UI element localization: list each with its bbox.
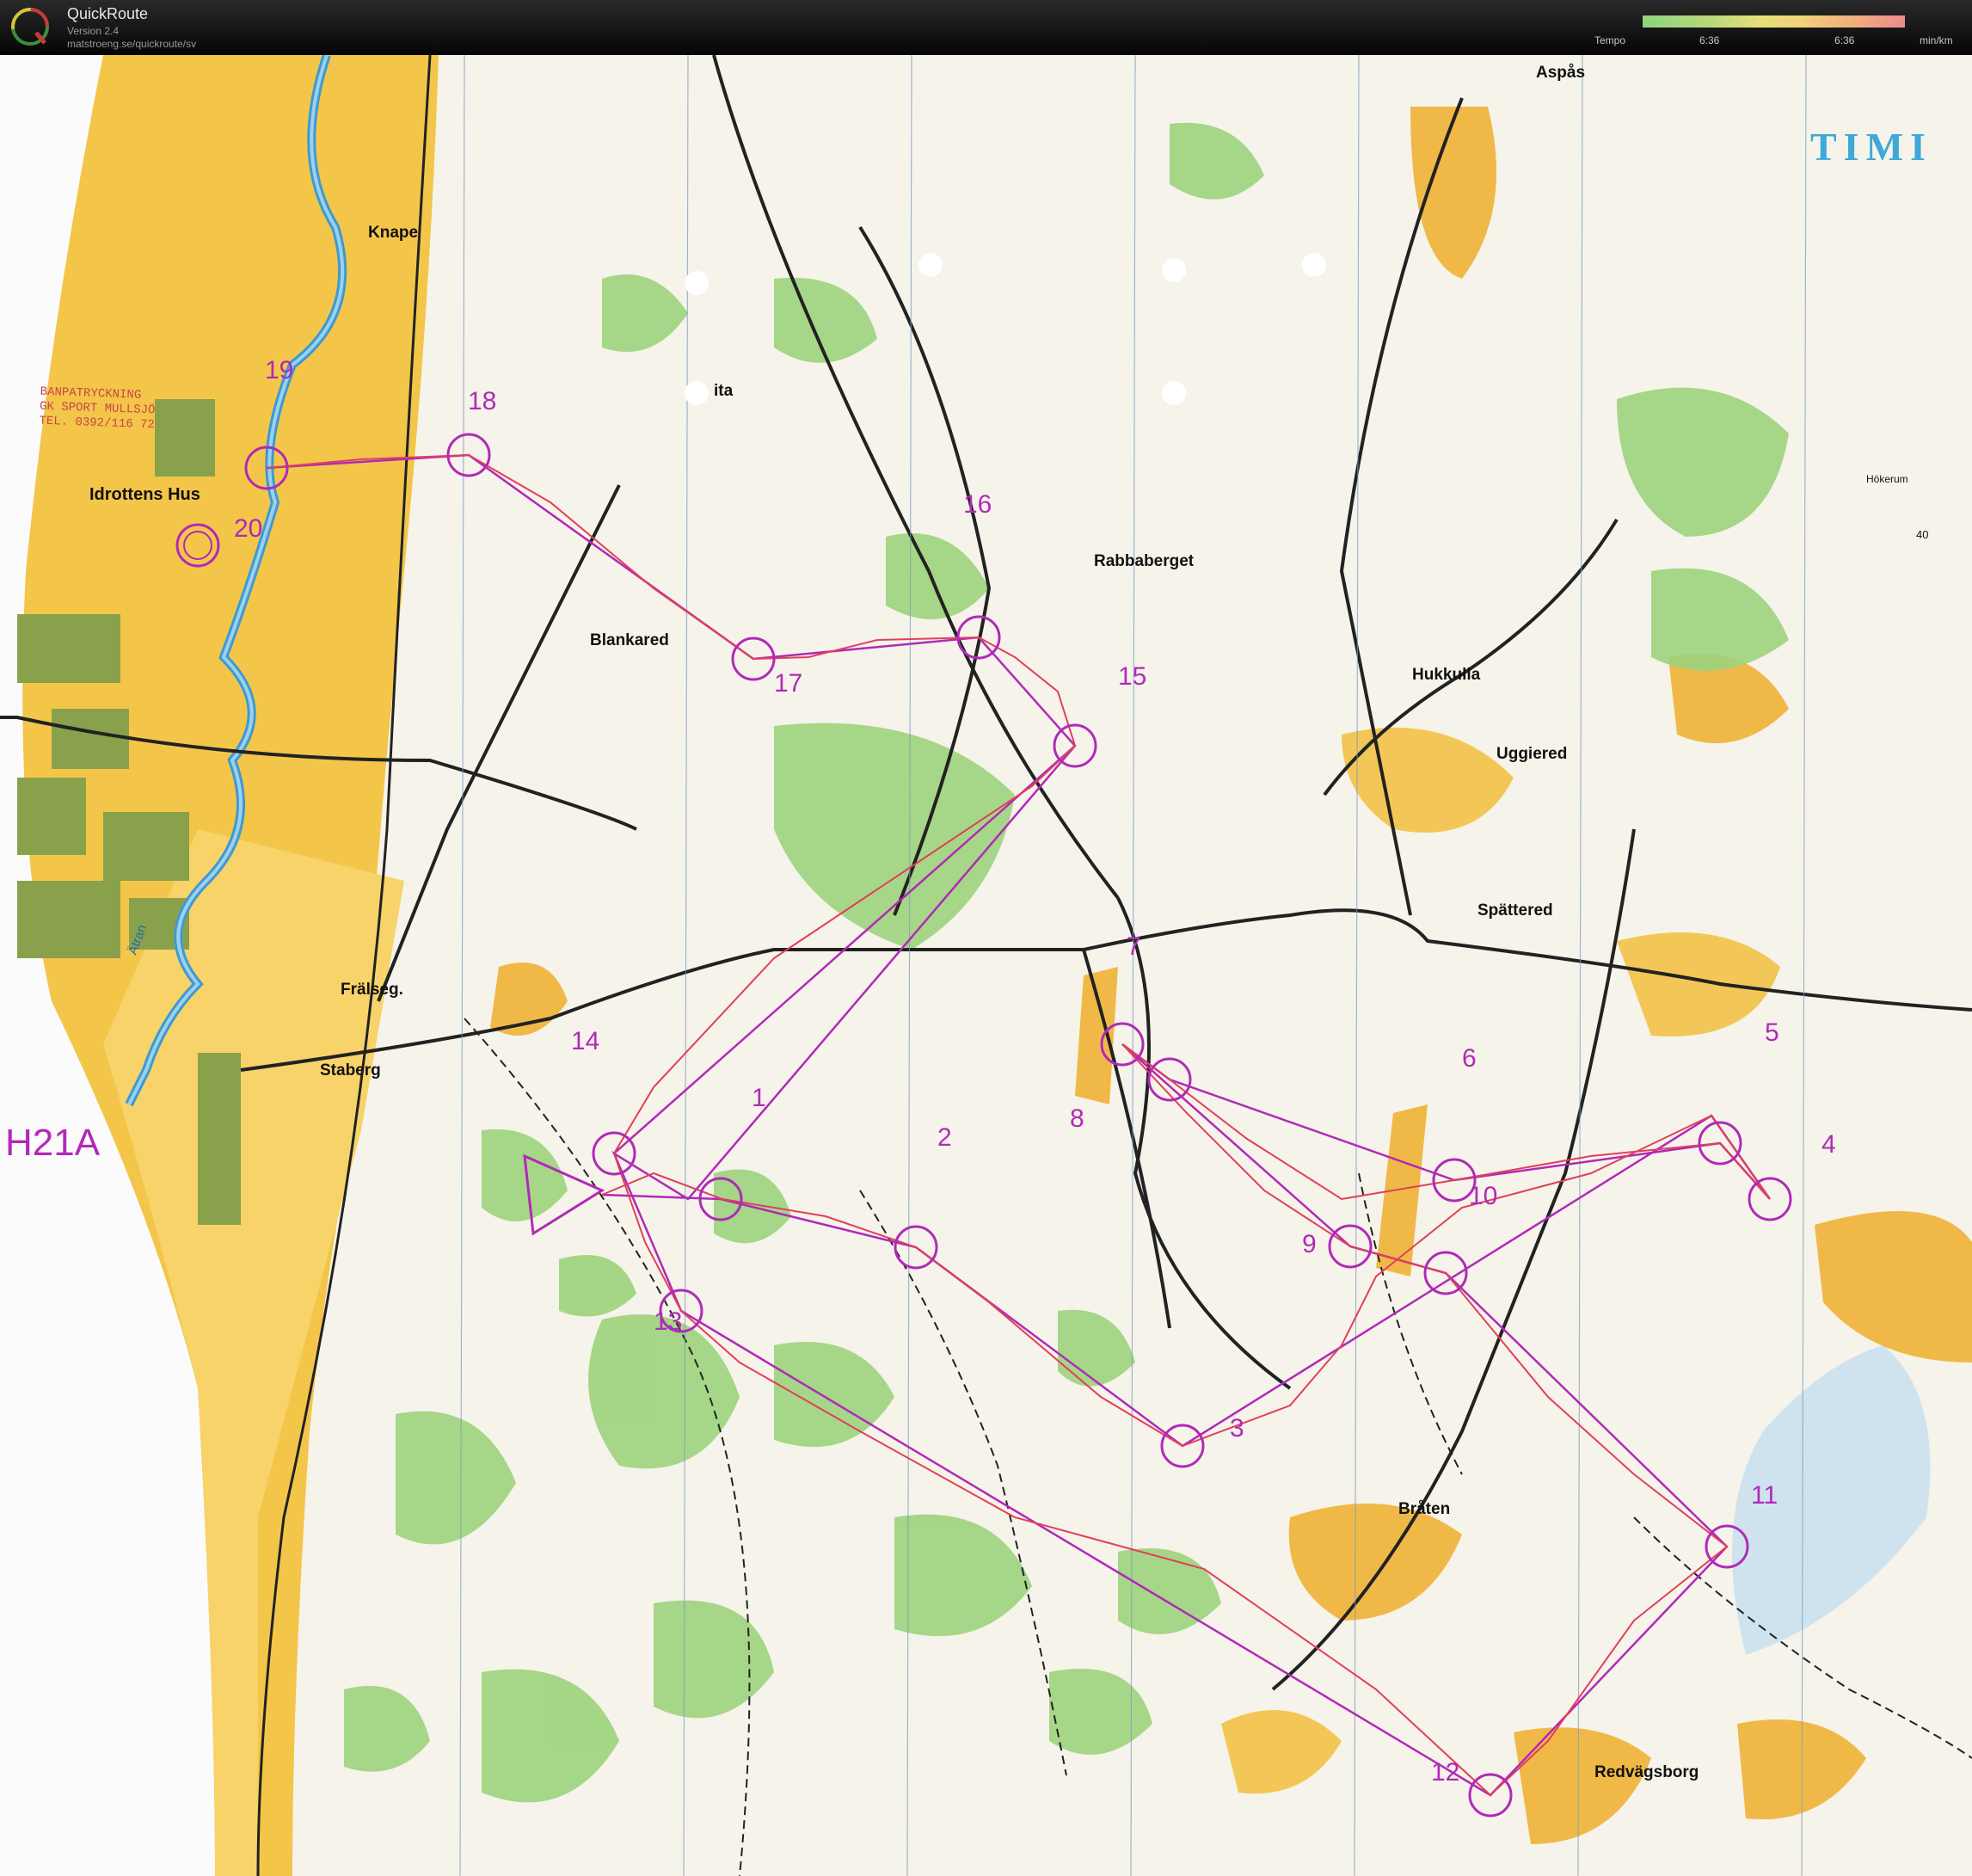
app-url[interactable]: matstroeng.se/quickroute/sv [67,38,196,50]
control-number-17: 17 [774,669,803,698]
app-title-bar: QuickRoute Version 2.4 matstroeng.se/qui… [0,0,1972,56]
legend-unit: min/km [1920,34,1953,46]
control-number-16: 16 [963,490,992,519]
control-number-15: 15 [1118,662,1147,691]
legend-min-value: 6:36 [1699,34,1720,46]
place-label-idrottens-hus: Idrottens Hus [89,485,200,504]
app-version: Version 2.4 [67,25,120,37]
control-number-14: 14 [571,1027,600,1055]
place-label-redvagsborg: Redvägsborg [1594,1763,1699,1781]
place-label-ita: ita [714,382,734,400]
place-label-uggiered: Uggiered [1496,745,1568,763]
place-label-braten: Bråten [1398,1500,1451,1518]
control-number-19: 19 [265,356,294,384]
road-number-40: 40 [1916,528,1929,541]
place-label-aspas: Aspås [1536,64,1586,82]
place-label-hokerum: Hökerum [1866,473,1908,485]
quickroute-logo-icon [11,8,49,46]
map-title-fragment: TIMI [1810,125,1932,169]
course-class-label: H21A [5,1122,101,1164]
control-number-5: 5 [1765,1018,1779,1047]
place-label-fralseg: Frälseg. [341,981,403,999]
control-number-2: 2 [937,1123,952,1152]
place-label-staberg: Staberg [320,1061,381,1079]
place-label-knape: Knape [368,224,419,242]
map-graphics [0,55,1972,1876]
control-number-13: 13 [654,1307,683,1336]
control-number-18: 18 [468,387,497,415]
printer-note: BANPATRYCKNING GK SPORT MULLSJÖ TEL. 039… [39,385,156,434]
place-label-rabbaberget: Rabbaberget [1094,552,1195,570]
place-label-hukkulla: Hukkulla [1412,666,1481,684]
control-number-9: 9 [1302,1230,1317,1258]
control-number-10: 10 [1469,1182,1498,1210]
pace-color-legend [1643,15,1905,28]
control-number-4: 4 [1821,1130,1836,1159]
control-number-7: 7 [1127,932,1141,961]
control-number-6: 6 [1462,1044,1477,1073]
place-label-blankared: Blankared [590,631,669,649]
control-number-8: 8 [1070,1104,1084,1133]
legend-max-value: 6:36 [1834,34,1855,46]
control-number-1: 1 [752,1084,766,1112]
control-number-11: 11 [1751,1481,1778,1510]
app-name: QuickRoute [67,5,149,22]
orienteering-map[interactable]: Aspås Knape Idrottens Hus Blankared Rabb… [0,55,1972,1876]
place-label-spattered: Spättered [1477,901,1553,920]
control-number-20: 20 [234,514,263,543]
control-number-3: 3 [1230,1414,1244,1442]
legend-label: Tempo [1594,34,1626,46]
control-number-12: 12 [1431,1758,1460,1787]
